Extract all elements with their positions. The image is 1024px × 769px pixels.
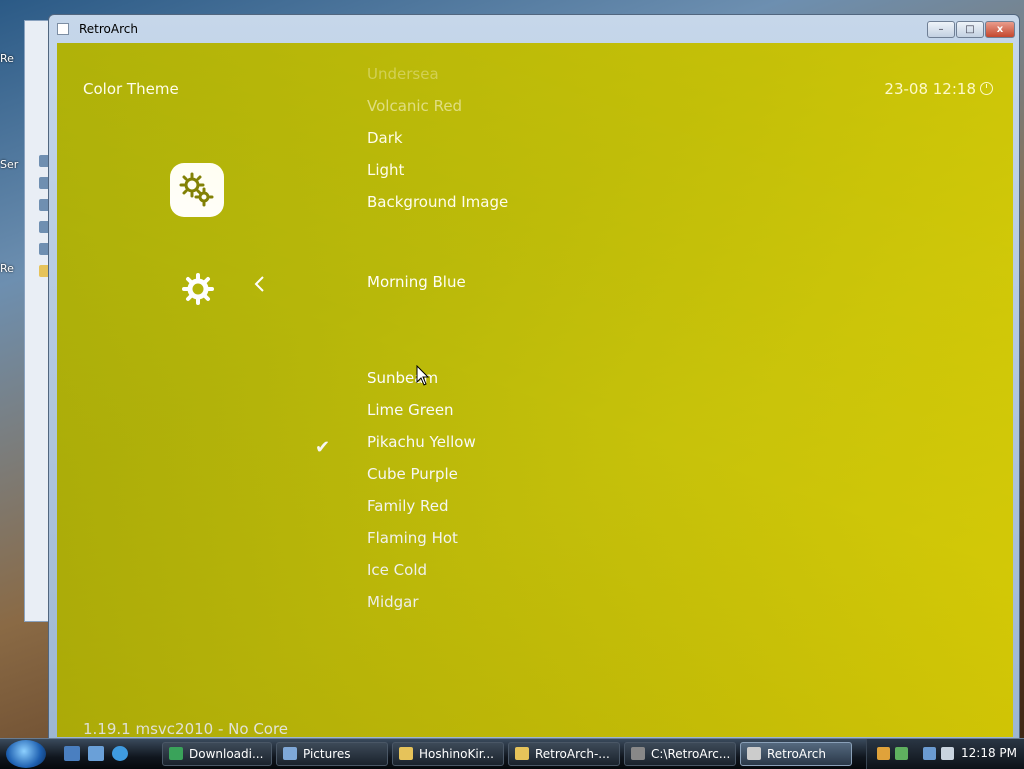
- tray-clock[interactable]: 12:18 PM: [961, 746, 1017, 760]
- update-icon[interactable]: [895, 747, 908, 760]
- mouse-cursor-icon: [416, 364, 430, 387]
- taskbar-button-label: C:\RetroArc...: [651, 747, 731, 761]
- minimize-button[interactable]: –: [927, 21, 955, 38]
- menu-item-undersea[interactable]: Undersea: [367, 65, 439, 83]
- taskbar-button-label: Pictures: [303, 747, 351, 761]
- window-title: RetroArch: [79, 22, 138, 36]
- close-button[interactable]: x: [985, 21, 1015, 38]
- download-icon: [169, 747, 183, 760]
- version-label: 1.19.1 msvc2010 - No Core: [83, 720, 289, 737]
- taskbar: Downloadi... Pictures HoshinoKir... Retr…: [0, 738, 1024, 769]
- checkmark-icon: ✔: [315, 437, 331, 458]
- taskbar-button-label: RetroArch-...: [535, 747, 610, 761]
- menu-item-midgar[interactable]: Midgar: [367, 593, 419, 611]
- retroarch-menu: Color Theme 23-08 12:18 Undersea Volcani…: [57, 43, 1013, 737]
- gears-icon: [179, 172, 214, 207]
- taskbar-button-label: HoshinoKir...: [419, 747, 494, 761]
- title-bar[interactable]: RetroArch – □ x: [49, 15, 1019, 43]
- menu-item-volcanic-red[interactable]: Volcanic Red: [367, 97, 462, 115]
- page-title: Color Theme: [83, 80, 179, 98]
- taskbar-button[interactable]: HoshinoKir...: [392, 742, 504, 766]
- menu-item-pikachu-yellow[interactable]: Pikachu Yellow: [367, 433, 476, 451]
- show-desktop-icon[interactable]: [64, 746, 80, 761]
- clock-icon: [980, 82, 993, 95]
- system-tray: 12:18 PM: [866, 739, 1024, 769]
- taskbar-button[interactable]: C:\RetroArc...: [624, 742, 736, 766]
- menu-item-flaming-hot[interactable]: Flaming Hot: [367, 529, 458, 547]
- folder-icon: [399, 747, 413, 760]
- start-button[interactable]: [6, 740, 46, 768]
- menu-item-lime-green[interactable]: Lime Green: [367, 401, 454, 419]
- menu-item-dark[interactable]: Dark: [367, 129, 403, 147]
- pictures-folder-icon: [283, 747, 297, 760]
- taskbar-button[interactable]: RetroArch: [740, 742, 852, 766]
- gamepad-icon: [747, 747, 761, 760]
- taskbar-button[interactable]: Downloadi...: [162, 742, 272, 766]
- switch-windows-icon[interactable]: [88, 746, 104, 761]
- menu-item-background-image[interactable]: Background Image: [367, 193, 508, 211]
- clock: 23-08 12:18: [884, 80, 993, 98]
- gear-icon[interactable]: [182, 273, 214, 305]
- folder-icon: [515, 747, 529, 760]
- internet-explorer-icon[interactable]: [112, 746, 128, 761]
- console-icon: [631, 747, 645, 760]
- app-icon: [57, 23, 69, 35]
- taskbar-button[interactable]: Pictures: [276, 742, 388, 766]
- menu-item-cube-purple[interactable]: Cube Purple: [367, 465, 458, 483]
- menu-item-family-red[interactable]: Family Red: [367, 497, 449, 515]
- retroarch-window: RetroArch – □ x Color Theme 23-08 12:18: [48, 14, 1020, 742]
- taskbar-button[interactable]: RetroArch-...: [508, 742, 620, 766]
- settings-tab-icon[interactable]: [170, 163, 224, 217]
- taskbar-button-label: Downloadi...: [189, 747, 264, 761]
- menu-item-morning-blue[interactable]: Morning Blue: [367, 273, 466, 291]
- security-shield-icon[interactable]: [877, 747, 890, 760]
- back-chevron-icon[interactable]: [253, 273, 267, 295]
- clock-text: 23-08 12:18: [884, 80, 976, 98]
- menu-item-ice-cold[interactable]: Ice Cold: [367, 561, 427, 579]
- taskbar-button-label: RetroArch: [767, 747, 826, 761]
- menu-item-light[interactable]: Light: [367, 161, 404, 179]
- maximize-button[interactable]: □: [956, 21, 984, 38]
- volume-muted-icon[interactable]: [941, 747, 954, 760]
- network-icon[interactable]: [923, 747, 936, 760]
